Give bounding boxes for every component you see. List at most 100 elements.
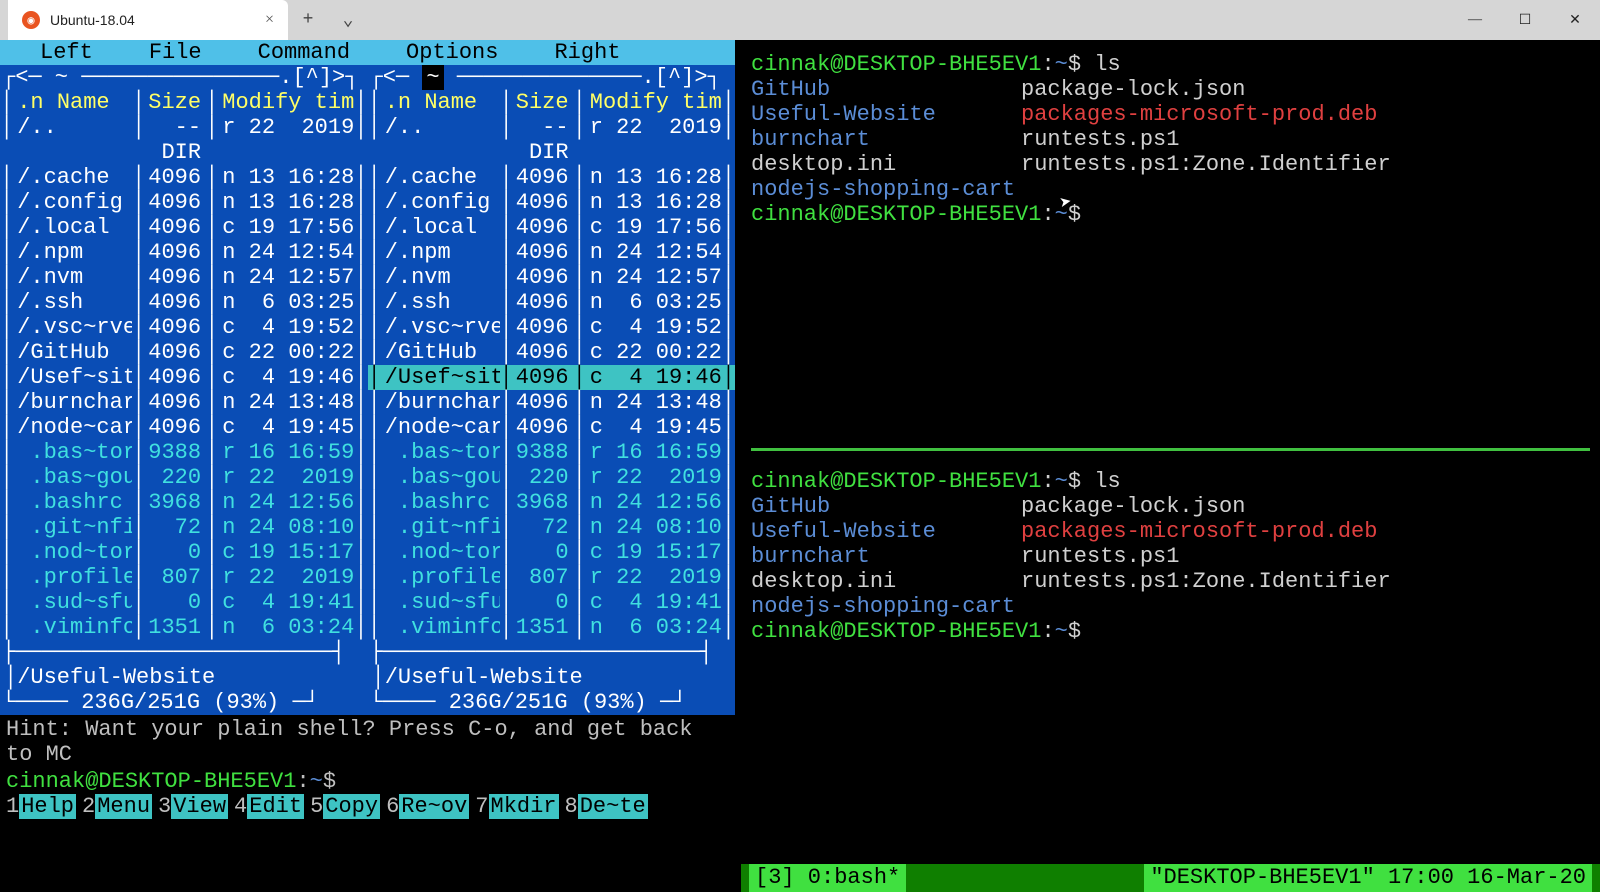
ls-entry: package-lock.json — [1021, 494, 1391, 519]
mc-panel-right[interactable]: ┌<─ ~ ──────────────.[^]>┐ │.n Name│Size… — [368, 65, 736, 715]
maximize-button[interactable]: ☐ — [1500, 0, 1550, 40]
file-row[interactable]: │ .profile│807│r 22 2019│ — [368, 565, 736, 590]
file-row[interactable]: │ .viminfo│1351│n 6 03:24│ — [368, 615, 736, 640]
file-row[interactable]: │/.npm│4096│n 24 12:54│ — [0, 240, 368, 265]
fkey-menu[interactable]: 2Menu — [82, 794, 152, 819]
panel-right-disk: └──── 236G/251G (93%) ─┘ — [368, 690, 736, 715]
fkey-re~ov[interactable]: 6Re~ov — [386, 794, 469, 819]
ls-entry: packages-microsoft-prod.deb — [1021, 102, 1391, 127]
file-row[interactable]: │/GitHub│4096│c 22 00:22│ — [0, 340, 368, 365]
file-row[interactable]: │/.config│4096│n 13 16:28│ — [368, 190, 736, 215]
file-row[interactable]: │/..│--DIR│r 22 2019│ — [368, 115, 736, 165]
file-row[interactable]: │/.config│4096│n 13 16:28│ — [0, 190, 368, 215]
mc-menubar[interactable]: LeftFileCommandOptionsRight — [0, 40, 735, 65]
ls-entry: desktop.ini — [751, 569, 1021, 594]
panel-left-frame: ┌<─ ~ ───────────────.[^]>┐ — [0, 65, 368, 90]
file-row[interactable]: │ .bas~tory│9388│r 16 16:59│ — [368, 440, 736, 465]
file-row[interactable]: │/burnchart│4096│n 24 13:48│ — [0, 390, 368, 415]
tmux-mid — [906, 864, 1144, 892]
tmux-statusbar[interactable]: [3] 0:bash* "DESKTOP-BHE5EV1" 17:00 16-M… — [741, 864, 1600, 892]
file-row[interactable]: │ .nod~tory│0│c 19 15:17│ — [0, 540, 368, 565]
mc-menu-left[interactable]: Left — [12, 40, 121, 65]
mc-menu-options[interactable]: Options — [378, 40, 526, 65]
ls-entry: runtests.ps1 — [1021, 127, 1391, 152]
terminal-bottom[interactable]: cinnak@DESKTOP-BHE5EV1:~$ ls GitHubUsefu… — [741, 457, 1600, 865]
mc-panel-left[interactable]: ┌<─ ~ ───────────────.[^]>┐ │.n Name│Siz… — [0, 65, 368, 715]
ls-entry: Useful-Website — [751, 102, 1021, 127]
file-row[interactable]: │/node~cart│4096│c 4 19:45│ — [0, 415, 368, 440]
mc-pane[interactable]: LeftFileCommandOptionsRight ┌<─ ~ ──────… — [0, 40, 735, 892]
file-row[interactable]: │ .bas~gout│220│r 22 2019│ — [0, 465, 368, 490]
fkey-view[interactable]: 3View — [158, 794, 228, 819]
prompt-line-bottom-2[interactable]: cinnak@DESKTOP-BHE5EV1:~$ — [751, 619, 1590, 644]
ls-entry: burnchart — [751, 544, 1021, 569]
file-row[interactable]: │/.local│4096│c 19 17:56│ — [368, 215, 736, 240]
file-row[interactable]: │ .git~nfig│72│n 24 08:10│ — [0, 515, 368, 540]
mc-menu-file[interactable]: File — [121, 40, 230, 65]
panel-left-headers: │.n Name│Size│Modify tim│ — [0, 90, 368, 115]
file-row[interactable]: │/.local│4096│c 19 17:56│ — [0, 215, 368, 240]
ubuntu-icon: ◉ — [22, 11, 40, 29]
fkey-help[interactable]: 1Help — [6, 794, 76, 819]
panel-right-filelist[interactable]: │/..│--DIR│r 22 2019││/.cache│4096│n 13 … — [368, 115, 736, 640]
file-row[interactable]: │/Usef~site│4096│c 4 19:46│ — [368, 365, 736, 390]
ls-entry: desktop.ini — [751, 152, 1021, 177]
file-row[interactable]: │/.npm│4096│n 24 12:54│ — [368, 240, 736, 265]
fkey-copy[interactable]: 5Copy — [310, 794, 380, 819]
mc-menu-right[interactable]: Right — [526, 40, 648, 65]
file-row[interactable]: │/.nvm│4096│n 24 12:57│ — [0, 265, 368, 290]
file-row[interactable]: │/Usef~site│4096│c 4 19:46│ — [0, 365, 368, 390]
panel-left-footpath: │/Useful-Website — [0, 665, 368, 690]
file-row[interactable]: │/..│--DIR│r 22 2019│ — [0, 115, 368, 165]
file-row[interactable]: │/.ssh│4096│n 6 03:25│ — [0, 290, 368, 315]
file-row[interactable]: │ .bashrc│3968│n 24 12:56│ — [368, 490, 736, 515]
new-tab-button[interactable]: + — [288, 0, 328, 40]
tab-title: Ubuntu-18.04 — [50, 12, 255, 28]
file-row[interactable]: │/.vsc~rver│4096│c 4 19:52│ — [0, 315, 368, 340]
ls-entry: nodejs-shopping-cart — [751, 177, 1021, 202]
fkey-de~te[interactable]: 8De~te — [565, 794, 648, 819]
file-row[interactable]: │/node~cart│4096│c 4 19:45│ — [368, 415, 736, 440]
ls-entry: GitHub — [751, 494, 1021, 519]
ls-entry: package-lock.json — [1021, 77, 1391, 102]
mc-hint: Hint: Want your plain shell? Press C-o, … — [0, 715, 735, 769]
prompt-line-top[interactable]: cinnak@DESKTOP-BHE5EV1:~$ ls — [751, 52, 1590, 77]
mc-fkeys[interactable]: 1Help2Menu3View4Edit5Copy6Re~ov7Mkdir 8De… — [0, 794, 735, 819]
prompt-line-top-2[interactable]: cinnak@DESKTOP-BHE5EV1:~$ — [751, 202, 1590, 227]
mc-menu-command[interactable]: Command — [230, 40, 378, 65]
file-row[interactable]: │/.ssh│4096│n 6 03:25│ — [368, 290, 736, 315]
file-row[interactable]: │ .sud~sful│0│c 4 19:41│ — [0, 590, 368, 615]
tab-dropdown-icon[interactable]: ⌄ — [328, 0, 368, 40]
file-row[interactable]: │ .bashrc│3968│n 24 12:56│ — [0, 490, 368, 515]
file-row[interactable]: │ .git~nfig│72│n 24 08:10│ — [368, 515, 736, 540]
file-row[interactable]: │/.vsc~rver│4096│c 4 19:52│ — [368, 315, 736, 340]
right-pane: cinnak@DESKTOP-BHE5EV1:~$ ls GitHubUsefu… — [741, 40, 1600, 892]
file-row[interactable]: │/.cache│4096│n 13 16:28│ — [368, 165, 736, 190]
file-row[interactable]: │ .viminfo│1351│n 6 03:24│ — [0, 615, 368, 640]
file-row[interactable]: │ .nod~tory│0│c 19 15:17│ — [368, 540, 736, 565]
file-row[interactable]: │/.cache│4096│n 13 16:28│ — [0, 165, 368, 190]
file-row[interactable]: │ .bas~gout│220│r 22 2019│ — [368, 465, 736, 490]
tmux-split[interactable] — [751, 448, 1590, 451]
file-row[interactable]: │ .profile│807│r 22 2019│ — [0, 565, 368, 590]
fkey-edit[interactable]: 4Edit — [234, 794, 304, 819]
file-row[interactable]: │/GitHub│4096│c 22 00:22│ — [368, 340, 736, 365]
prompt-line-bottom[interactable]: cinnak@DESKTOP-BHE5EV1:~$ ls — [751, 469, 1590, 494]
file-row[interactable]: │ .sud~sful│0│c 4 19:41│ — [368, 590, 736, 615]
panel-left-filelist[interactable]: │/..│--DIR│r 22 2019││/.cache│4096│n 13 … — [0, 115, 368, 640]
file-row[interactable]: │ .bas~tory│9388│r 16 16:59│ — [0, 440, 368, 465]
tab-ubuntu[interactable]: ◉ Ubuntu-18.04 × — [8, 0, 288, 40]
file-row[interactable]: │/.nvm│4096│n 24 12:57│ — [368, 265, 736, 290]
ls-entry: GitHub — [751, 77, 1021, 102]
ls-entry: burnchart — [751, 127, 1021, 152]
minimize-button[interactable]: — — [1450, 0, 1500, 40]
close-icon[interactable]: × — [265, 11, 274, 29]
fkey-mkdir[interactable]: 7Mkdir — [475, 794, 558, 819]
terminal-top[interactable]: cinnak@DESKTOP-BHE5EV1:~$ ls GitHubUsefu… — [741, 40, 1600, 448]
ls-entry: runtests.ps1 — [1021, 544, 1391, 569]
file-row[interactable]: │/burnchart│4096│n 24 13:48│ — [368, 390, 736, 415]
close-window-button[interactable]: ✕ — [1550, 0, 1600, 40]
mc-prompt[interactable]: cinnak@DESKTOP-BHE5EV1:~$ — [0, 769, 735, 794]
ls-output-top: GitHubUseful-Websiteburnchartdesktop.ini… — [751, 77, 1590, 202]
tmux-clock: "DESKTOP-BHE5EV1" 17:00 16-Mar-20 — [1144, 864, 1592, 892]
